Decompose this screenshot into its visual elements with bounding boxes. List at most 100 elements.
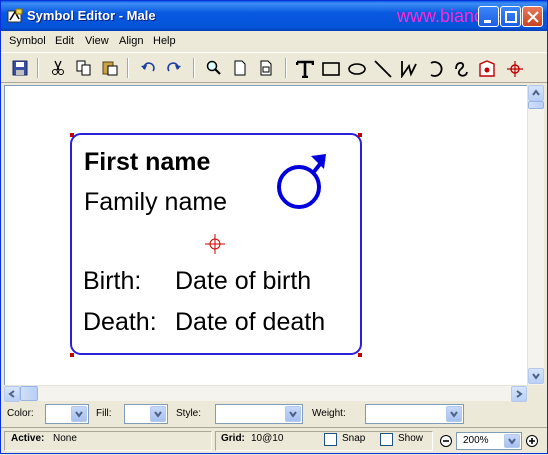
status-bar: Active: None Grid: 10@10 Snap Show 200% [1, 427, 547, 453]
menu-align[interactable]: Align [119, 35, 143, 47]
close-button[interactable] [522, 6, 543, 27]
minimize-button[interactable] [478, 6, 499, 27]
paste-icon [102, 61, 118, 76]
active-value: None [53, 433, 77, 444]
snap-checkbox[interactable] [324, 433, 337, 446]
show-grid-checkbox[interactable] [380, 433, 393, 446]
arc-icon [430, 61, 443, 77]
zoom-in-icon[interactable] [525, 434, 539, 448]
snap-label[interactable]: Snap [342, 433, 365, 444]
style-select[interactable] [215, 404, 303, 424]
line-icon [374, 60, 392, 78]
first-name-field[interactable]: First name [84, 150, 210, 175]
horizontal-scroll-thumb[interactable] [20, 386, 38, 401]
chevron-down-icon [508, 438, 516, 445]
menu-symbol[interactable]: Symbol [9, 35, 46, 47]
polyline-icon [401, 61, 417, 78]
rectangle-icon [322, 62, 340, 76]
rectangle-tool[interactable] [319, 57, 341, 79]
toolbar-separator [193, 58, 195, 78]
death-label[interactable]: Death: [83, 310, 157, 335]
zoom-button[interactable] [203, 57, 225, 79]
curve-icon [455, 62, 468, 77]
fill-dropdown-button[interactable] [150, 406, 166, 422]
redo-icon [167, 62, 181, 72]
chevron-right-icon [516, 390, 523, 398]
crosshair-icon [507, 61, 523, 77]
zoom-select[interactable]: 200% [456, 432, 522, 450]
save-button[interactable] [9, 57, 31, 79]
scissors-icon [52, 60, 64, 75]
color-dropdown-button[interactable] [71, 406, 87, 422]
text-tool[interactable] [293, 57, 315, 79]
horizontal-scrollbar[interactable] [4, 385, 527, 402]
color-select[interactable] [45, 404, 89, 424]
copy-icon [76, 60, 91, 76]
page-fit-icon [260, 60, 272, 76]
scroll-up-button[interactable] [528, 85, 544, 101]
chevron-down-icon [289, 411, 297, 418]
toolbar-separator [127, 58, 129, 78]
fill-select[interactable] [124, 404, 168, 424]
center-marker-icon[interactable] [204, 233, 226, 255]
curve-tool[interactable] [449, 57, 471, 79]
polyline-tool[interactable] [397, 57, 419, 79]
undo-icon [141, 62, 155, 72]
chevron-down-icon [75, 411, 83, 418]
grid-value: 10@10 [251, 433, 284, 444]
app-icon [7, 8, 23, 23]
scroll-down-button[interactable] [528, 368, 544, 384]
male-symbol-icon[interactable] [271, 151, 331, 211]
toolbar-separator [285, 58, 287, 78]
redo-button[interactable] [163, 57, 185, 79]
page-button[interactable] [229, 57, 251, 79]
weight-dropdown-button[interactable] [446, 406, 462, 422]
menu-help[interactable]: Help [153, 35, 176, 47]
zoom-value: 200% [463, 435, 489, 446]
scroll-left-button[interactable] [4, 386, 20, 402]
menu-bar: Symbol Edit View Align Help [1, 31, 547, 51]
style-dropdown-button[interactable] [285, 406, 301, 422]
paste-button[interactable] [99, 57, 121, 79]
chevron-up-icon [532, 89, 540, 96]
maximize-icon [505, 11, 517, 23]
chevron-down-icon [450, 411, 458, 418]
close-icon [527, 11, 539, 23]
birth-label[interactable]: Birth: [83, 269, 141, 294]
maximize-button[interactable] [500, 6, 521, 27]
page-icon [234, 60, 246, 76]
ellipse-tool[interactable] [345, 57, 367, 79]
symbol-editor-window: Symbol Editor - Male www.biancheng Symbo… [0, 0, 548, 454]
zoom-dropdown-button[interactable] [504, 434, 520, 448]
death-value-field[interactable]: Date of death [175, 310, 325, 335]
chevron-left-icon [8, 390, 15, 398]
window-title: Symbol Editor - Male [27, 8, 156, 23]
title-bar[interactable]: Symbol Editor - Male www.biancheng [1, 1, 547, 31]
menu-view[interactable]: View [85, 35, 109, 47]
vertical-scrollbar[interactable] [527, 85, 544, 385]
anchor-tool[interactable] [475, 57, 497, 79]
toolbar-separator [37, 58, 39, 78]
minimize-icon [484, 20, 491, 23]
page-fit-button[interactable] [255, 57, 277, 79]
show-label[interactable]: Show [398, 433, 423, 444]
copy-button[interactable] [73, 57, 95, 79]
family-name-field[interactable]: Family name [84, 190, 227, 215]
birth-value-field[interactable]: Date of birth [175, 269, 311, 294]
arc-tool[interactable] [423, 57, 445, 79]
toolbar [1, 52, 547, 83]
zoom-out-icon[interactable] [439, 434, 453, 448]
active-label: Active: [11, 433, 45, 444]
property-bar: Color: Fill: Style: Weight: [1, 402, 547, 426]
weight-select[interactable] [365, 404, 464, 424]
undo-button[interactable] [137, 57, 159, 79]
cut-button[interactable] [47, 57, 69, 79]
center-tool[interactable] [503, 57, 525, 79]
line-tool[interactable] [371, 57, 393, 79]
scroll-right-button[interactable] [511, 386, 527, 402]
menu-edit[interactable]: Edit [55, 35, 74, 47]
vertical-scroll-thumb[interactable] [528, 101, 544, 109]
chevron-down-icon [532, 373, 540, 380]
magnifier-icon [206, 60, 221, 75]
weight-label: Weight: [312, 408, 346, 419]
